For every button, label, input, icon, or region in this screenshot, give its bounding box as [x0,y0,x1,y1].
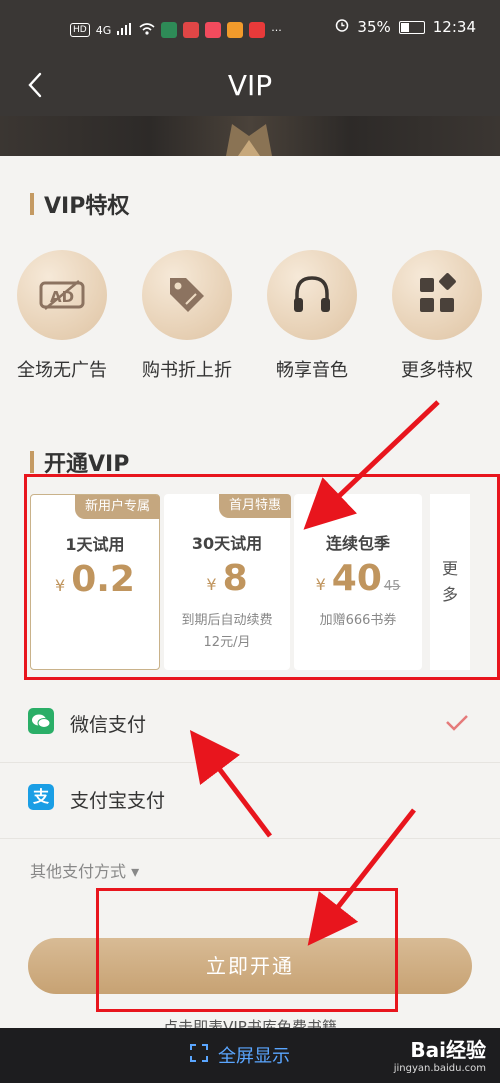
back-arrow-icon[interactable] [22,70,52,100]
app-notification-icon [161,22,178,38]
check-icon [444,712,470,732]
ad-block-icon: AD [17,250,107,340]
battery-icon [398,20,425,34]
title-accent-bar [30,451,34,473]
page-title: VIP [227,69,273,102]
status-left: HD 4G ··· [70,20,282,40]
fullscreen-label: 全屏显示 [218,1046,290,1067]
privileges-section-title: VIP特权 [30,188,129,220]
baidu-watermark: Bai经验 jingyan.baidu.com [394,1034,486,1074]
watermark-text: Bai经验 [410,1038,486,1062]
crown-badge-icon [218,116,280,156]
other-payment-dropdown[interactable]: 其他支付方式 ▾ [30,858,139,882]
annotation-box-plans [24,474,500,680]
signal-icon [117,22,133,38]
app-notification-icon [183,22,200,38]
privilege-voices[interactable]: 畅享音色 [250,250,374,382]
nav-bar: VIP [0,58,500,116]
grid-more-icon [392,250,482,340]
wifi-icon [139,22,155,38]
alarm-icon [335,18,349,36]
headphones-icon [267,250,357,340]
status-right: 35% 12:34 [335,18,476,36]
privileges-title-text: VIP特权 [44,194,130,219]
battery-percent: 35% [357,18,391,36]
privilege-label: 全场无广告 [17,360,107,381]
privilege-label: 购书折上折 [142,360,232,381]
privilege-no-ads[interactable]: AD 全场无广告 [0,250,124,382]
privilege-label: 更多特权 [401,360,473,381]
more-notifications: ··· [271,23,282,37]
price-tag-icon [142,250,232,340]
payment-label: 微信支付 [70,714,147,736]
fullscreen-button[interactable]: 全屏显示 [190,1042,290,1068]
privilege-book-discount[interactable]: 购书折上折 [125,250,249,382]
payment-option-alipay[interactable]: 支 支付宝支付 [0,766,500,839]
privilege-more[interactable]: 更多特权 [375,250,499,382]
app-notification-icon [227,22,244,38]
wechat-pay-icon [28,708,54,734]
watermark-url: jingyan.baidu.com [393,1063,486,1074]
hd-indicator: HD [70,23,90,37]
payment-option-wechat[interactable]: 微信支付 [0,690,500,763]
payment-label: 支付宝支付 [70,790,166,812]
annotation-box-button [96,888,398,1012]
status-bar: HD 4G ··· 35% 12:34 [0,0,500,58]
fullscreen-icon [190,1043,208,1067]
title-accent-bar [30,193,34,215]
app-notification-icon [205,22,222,38]
bottom-bar: 全屏显示 Bai经验 jingyan.baidu.com [0,1028,500,1083]
privilege-label: 畅享音色 [276,360,348,381]
clock: 12:34 [432,18,476,36]
alipay-icon: 支 [28,784,54,810]
network-type: 4G [95,23,112,37]
app-notification-icon [249,22,266,38]
